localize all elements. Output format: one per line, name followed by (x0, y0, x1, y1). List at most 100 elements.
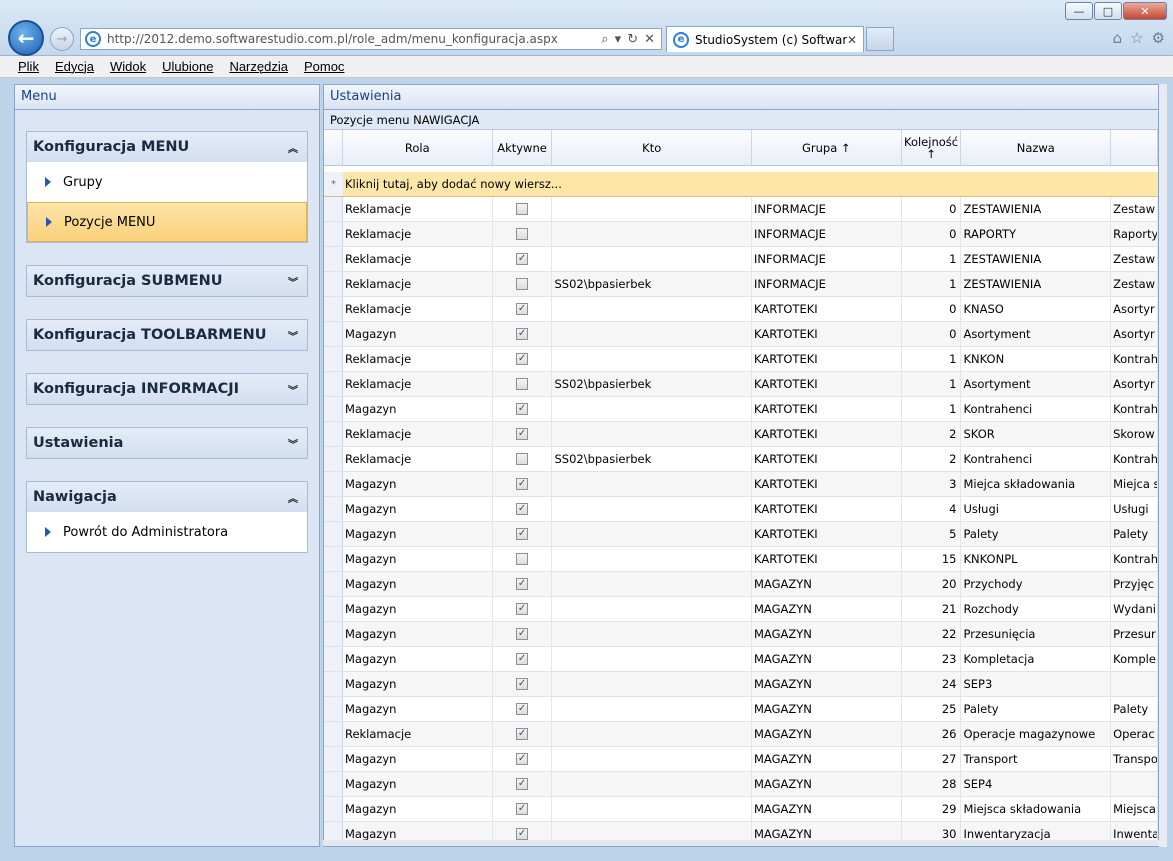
row-indicator[interactable] (324, 522, 343, 546)
cell-nazwa[interactable]: SEP3 (961, 672, 1112, 696)
cell-kto[interactable] (552, 422, 752, 446)
menu-group-header[interactable]: Konfiguracja SUBMENU ︾ (27, 266, 307, 296)
cell-kto[interactable] (552, 747, 752, 771)
menu-link[interactable]: Pozycje MENU (27, 202, 307, 242)
cell-aktywne[interactable] (493, 272, 553, 296)
cell-kolejnosc[interactable]: 3 (902, 472, 962, 496)
cell-kolejnosc[interactable]: 0 (902, 297, 962, 321)
cell-kolejnosc[interactable]: 20 (902, 572, 962, 596)
cell-kto[interactable] (552, 772, 752, 796)
table-row[interactable]: Magazyn ✓ MAGAZYN 29 Miejsca składowania Miej… (324, 797, 1158, 822)
checkbox-checked[interactable]: ✓ (516, 728, 529, 740)
cell-rola[interactable]: Magazyn (343, 322, 493, 346)
cell-aktywne[interactable] (493, 372, 553, 396)
cell-kto[interactable] (552, 197, 752, 221)
cell-extra[interactable]: Transpo (1111, 747, 1158, 771)
browser-tab[interactable]: e StudioSystem (c) SoftwareS... ✕ (666, 26, 864, 52)
row-indicator[interactable] (324, 722, 343, 746)
row-indicator[interactable] (324, 347, 343, 371)
cell-nazwa[interactable]: SEP4 (961, 772, 1112, 796)
cell-kolejnosc[interactable]: 23 (902, 647, 962, 671)
menu-group-header[interactable]: Konfiguracja MENU ︽ (27, 132, 307, 162)
cell-grupa[interactable]: MAGAZYN (752, 747, 902, 771)
row-indicator[interactable] (324, 197, 343, 221)
cell-kolejnosc[interactable]: 0 (902, 322, 962, 346)
cell-grupa[interactable]: INFORMACJE (752, 222, 902, 246)
cell-rola[interactable]: Magazyn (343, 547, 493, 571)
cell-extra[interactable]: Asortyr (1111, 372, 1158, 396)
cell-aktywne[interactable] (493, 547, 553, 571)
cell-rola[interactable]: Magazyn (343, 397, 493, 421)
menu-group-header[interactable]: Nawigacja ︽ (27, 482, 307, 512)
cell-rola[interactable]: Magazyn (343, 597, 493, 621)
row-indicator[interactable] (324, 672, 343, 696)
checkbox-unchecked[interactable] (516, 453, 529, 465)
cell-kolejnosc[interactable]: 2 (902, 447, 962, 471)
cell-grupa[interactable]: KARTOTEKI (752, 547, 902, 571)
cell-kto[interactable] (552, 347, 752, 371)
cell-kolejnosc[interactable]: 0 (902, 197, 962, 221)
cell-kolejnosc[interactable]: 22 (902, 622, 962, 646)
collapse-chevron-icon[interactable]: ︽ (285, 140, 301, 155)
cell-grupa[interactable]: KARTOTEKI (752, 447, 902, 471)
checkbox-checked[interactable]: ✓ (516, 753, 529, 765)
table-row[interactable]: Magazyn ✓ MAGAZYN 24 SEP3 (324, 672, 1158, 697)
checkbox-checked[interactable]: ✓ (516, 303, 529, 315)
cell-aktywne[interactable]: ✓ (493, 622, 553, 646)
address-bar[interactable]: e http://2012.demo.softwarestudio.com.pl… (80, 28, 662, 50)
checkbox-checked[interactable]: ✓ (516, 478, 529, 490)
header-grupa[interactable]: Grupa ↑ (752, 130, 902, 165)
cell-kto[interactable] (552, 647, 752, 671)
row-indicator[interactable] (324, 797, 343, 821)
cell-grupa[interactable]: KARTOTEKI (752, 397, 902, 421)
checkbox-checked[interactable]: ✓ (516, 778, 529, 790)
cell-kolejnosc[interactable]: 0 (902, 222, 962, 246)
checkbox-checked[interactable]: ✓ (516, 603, 529, 615)
cell-rola[interactable]: Reklamacje (343, 197, 493, 221)
minimize-icon[interactable]: — (1065, 2, 1093, 20)
cell-grupa[interactable]: INFORMACJE (752, 247, 902, 271)
menu-plik[interactable]: Plik (10, 59, 47, 74)
table-row[interactable]: Magazyn ✓ MAGAZYN 20 Przychody Przyjęc (324, 572, 1158, 597)
new-tab-button[interactable] (866, 27, 894, 51)
menu-group-header[interactable]: Ustawienia ︾ (27, 428, 307, 458)
table-row[interactable]: Reklamacje ✓ MAGAZYN 26 Operacje magazynowe O… (324, 722, 1158, 747)
table-row[interactable]: Reklamacje INFORMACJE 0 RAPORTY Raporty (324, 222, 1158, 247)
dropdown-icon[interactable]: ▾ (615, 32, 622, 47)
cell-extra[interactable]: Zestaw (1111, 272, 1158, 296)
cell-nazwa[interactable]: Operacje magazynowe (961, 722, 1112, 746)
table-row[interactable]: Magazyn ✓ MAGAZYN 22 Przesunięcia Przesur (324, 622, 1158, 647)
checkbox-unchecked[interactable] (516, 228, 529, 240)
cell-grupa[interactable]: MAGAZYN (752, 697, 902, 721)
cell-aktywne[interactable]: ✓ (493, 522, 553, 546)
cell-nazwa[interactable]: ZESTAWIENIA (961, 197, 1112, 221)
expand-chevron-icon[interactable]: ︾ (285, 328, 301, 343)
checkbox-checked[interactable]: ✓ (516, 803, 529, 815)
cell-aktywne[interactable] (493, 447, 553, 471)
cell-kolejnosc[interactable]: 2 (902, 422, 962, 446)
cell-aktywne[interactable]: ✓ (493, 647, 553, 671)
row-indicator[interactable] (324, 597, 343, 621)
table-row[interactable]: Reklamacje ✓ INFORMACJE 1 ZESTAWIENIA Zestaw (324, 247, 1158, 272)
row-indicator[interactable] (324, 222, 343, 246)
cell-grupa[interactable]: MAGAZYN (752, 647, 902, 671)
table-row[interactable]: Reklamacje INFORMACJE 0 ZESTAWIENIA Zestaw (324, 197, 1158, 222)
cell-kolejnosc[interactable]: 26 (902, 722, 962, 746)
cell-nazwa[interactable]: Miejsca składowania (961, 797, 1112, 821)
cell-kto[interactable] (552, 397, 752, 421)
row-indicator[interactable] (324, 422, 343, 446)
cell-kolejnosc[interactable]: 21 (902, 597, 962, 621)
checkbox-unchecked[interactable] (516, 553, 529, 565)
checkbox-checked[interactable]: ✓ (516, 653, 529, 665)
collapse-chevron-icon[interactable]: ︽ (285, 490, 301, 505)
cell-kolejnosc[interactable]: 15 (902, 547, 962, 571)
cell-extra[interactable]: Kontrah (1111, 397, 1158, 421)
cell-extra[interactable]: Kontrah (1111, 547, 1158, 571)
cell-grupa[interactable]: MAGAZYN (752, 722, 902, 746)
back-arrow-icon[interactable]: ← (8, 20, 44, 56)
cell-nazwa[interactable]: Kontrahenci (961, 447, 1112, 471)
cell-nazwa[interactable]: Asortyment (961, 372, 1112, 396)
header-kto[interactable]: Kto (552, 130, 752, 165)
vertical-scrollbar[interactable] (1159, 84, 1167, 847)
cell-rola[interactable]: Magazyn (343, 522, 493, 546)
